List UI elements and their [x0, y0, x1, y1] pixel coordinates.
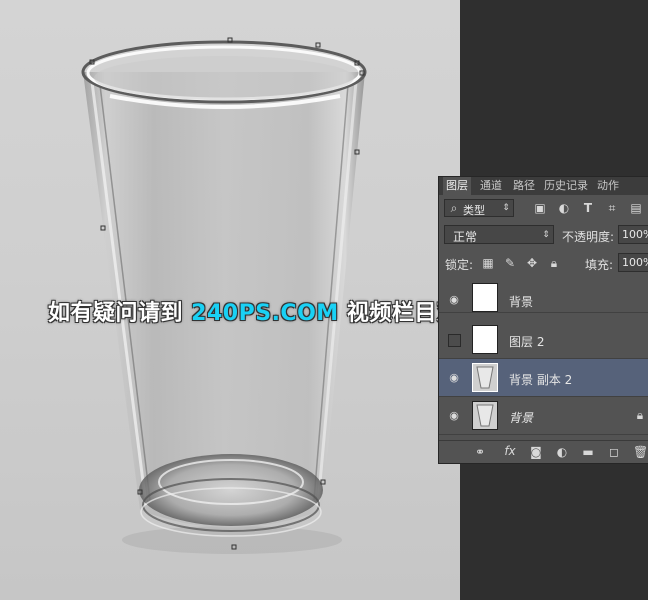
layers-panel: 图层 通道 路径 历史记录 动作 ⌕ 类型 ⇕ ▣ ◐ T ⌗ ▤ 正常 ⇕ 不…: [438, 176, 648, 464]
delete-layer-icon[interactable]: 🗑︎: [633, 445, 648, 459]
layer-name: 背景 副本 2: [509, 373, 573, 387]
layer-name: 图层 2: [509, 335, 545, 349]
eye-icon[interactable]: ◉: [447, 371, 461, 385]
eye-icon[interactable]: ◉: [447, 409, 461, 423]
fill-value: 100%: [622, 256, 648, 269]
lock-label: 锁定:: [445, 258, 474, 272]
image-filter-icon[interactable]: ▣: [533, 201, 547, 215]
layer-thumbnail: [472, 325, 498, 354]
lock-transparent-icon[interactable]: ▦: [481, 256, 495, 270]
layers-bottom-toolbar: ⚭ fx ◙ ◐ ▬ ◻ 🗑︎: [439, 440, 648, 463]
opacity-value: 100%: [622, 228, 648, 241]
opacity-label: 不透明度:: [562, 230, 615, 244]
layer-name: 背景: [509, 411, 534, 425]
shape-filter-icon[interactable]: ⌗: [605, 201, 619, 215]
new-layer-icon[interactable]: ◻: [607, 445, 621, 459]
layer-row[interactable]: ◉ 背景: [439, 281, 648, 313]
tab-paths[interactable]: 路径: [510, 177, 538, 195]
glass-thumbnail-icon: [476, 404, 494, 427]
lock-paint-brush-icon[interactable]: ✎: [503, 256, 517, 270]
chevron-updown-icon: ⇕: [502, 203, 510, 213]
tab-layers[interactable]: 图层: [443, 177, 471, 195]
layer-row[interactable]: 图层 2: [439, 321, 648, 359]
visibility-toggle-box[interactable]: [448, 334, 461, 347]
link-layers-icon[interactable]: ⚭: [473, 445, 487, 459]
layer-filter-select[interactable]: ⌕ 类型 ⇕: [444, 199, 514, 217]
fx-icon[interactable]: fx: [501, 444, 519, 458]
watermark-prefix: 如有疑问请到: [48, 301, 192, 326]
panel-tab-bar: 图层 通道 路径 历史记录 动作: [439, 177, 648, 195]
adjustment-layer-icon[interactable]: ◐: [555, 445, 569, 459]
glass-thumbnail-icon: [476, 366, 494, 389]
fill-field[interactable]: 100%: [618, 253, 648, 272]
tab-actions[interactable]: 动作: [594, 177, 622, 195]
blend-mode-value: 正常: [453, 230, 478, 244]
watermark-site: 240PS.COM: [191, 301, 339, 326]
tab-history[interactable]: 历史记录: [541, 177, 591, 195]
layer-row[interactable]: ◉ 背景 🔒︎: [439, 397, 648, 435]
tab-channels[interactable]: 通道: [477, 177, 505, 195]
lock-move-icon[interactable]: ✥: [525, 256, 539, 270]
layer-thumbnail: [472, 283, 498, 312]
adjustment-filter-icon[interactable]: ◐: [557, 201, 571, 215]
chevron-updown-icon: ⇕: [542, 230, 550, 240]
blend-mode-select[interactable]: 正常 ⇕: [444, 225, 554, 244]
eye-icon[interactable]: ◉: [447, 293, 461, 307]
fill-label: 填充:: [585, 258, 614, 272]
lock-icon: 🔒︎: [636, 408, 644, 422]
filter-type-label: 类型: [463, 204, 485, 217]
layer-thumbnail: [472, 401, 498, 430]
layer-row-selected[interactable]: ◉ 背景 副本 2: [439, 359, 648, 397]
new-group-icon[interactable]: ▬: [581, 445, 595, 459]
type-filter-icon[interactable]: T: [581, 201, 595, 215]
layer-thumbnail: [472, 363, 498, 392]
add-mask-icon[interactable]: ◙: [529, 445, 543, 459]
opacity-field[interactable]: 100%: [618, 225, 648, 244]
smart-object-filter-icon[interactable]: ▤: [629, 201, 643, 215]
search-icon: ⌕: [450, 201, 458, 215]
lock-all-icon[interactable]: 🔒︎: [547, 256, 561, 270]
layer-name: 背景: [509, 295, 534, 309]
